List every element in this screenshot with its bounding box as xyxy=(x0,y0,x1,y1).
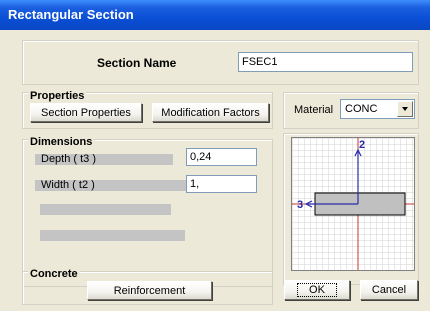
axis-3-label: 3 xyxy=(297,199,303,211)
material-selected-value: CONC xyxy=(345,103,378,115)
width-input[interactable] xyxy=(186,175,257,193)
material-label: Material xyxy=(294,104,334,116)
width-label: Width ( t2 ) xyxy=(41,179,95,191)
section-properties-button[interactable]: Section Properties xyxy=(30,103,142,122)
modification-factors-button[interactable]: Modification Factors xyxy=(152,103,269,122)
ok-button-label: OK xyxy=(297,283,337,297)
section-name-label: Section Name xyxy=(97,56,177,70)
dialog-body: Section Name Properties Section Properti… xyxy=(4,30,426,307)
axis-2-label: 2 xyxy=(359,139,365,151)
properties-heading: Properties xyxy=(28,90,87,102)
concrete-heading: Concrete xyxy=(28,268,80,280)
width-label-bar: Width ( t2 ) xyxy=(35,179,193,191)
chevron-down-icon xyxy=(402,107,408,111)
material-select[interactable]: CONC xyxy=(340,99,415,119)
title-bar[interactable]: Rectangular Section xyxy=(0,0,430,30)
reinforcement-button[interactable]: Reinforcement xyxy=(87,281,212,300)
dimensions-heading: Dimensions xyxy=(28,136,95,148)
depth-label-bar: Depth ( t3 ) xyxy=(35,153,173,165)
empty-field-bar-2 xyxy=(40,230,185,241)
section-name-input[interactable] xyxy=(238,52,413,72)
material-dropdown-button[interactable] xyxy=(397,101,413,117)
empty-field-bar-1 xyxy=(40,204,171,215)
depth-input[interactable] xyxy=(186,148,257,166)
depth-label: Depth ( t3 ) xyxy=(41,153,97,165)
section-preview-canvas: 2 3 xyxy=(291,137,415,271)
ok-button[interactable]: OK xyxy=(284,280,350,300)
window-title: Rectangular Section xyxy=(8,7,134,22)
section-preview-drawing: 2 3 xyxy=(292,138,414,270)
cancel-button[interactable]: Cancel xyxy=(360,280,418,300)
